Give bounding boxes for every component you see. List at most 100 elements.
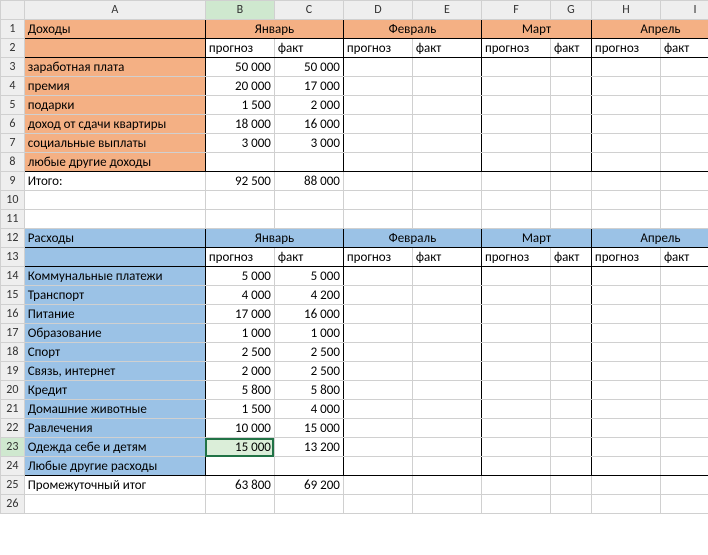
cell[interactable] xyxy=(591,286,660,305)
cell[interactable]: 1 000 xyxy=(274,324,343,343)
row-header[interactable]: 21 xyxy=(1,400,25,419)
cell[interactable] xyxy=(343,419,412,438)
col-header-I[interactable]: I xyxy=(660,1,708,20)
cell[interactable] xyxy=(660,305,708,324)
expenses-month-apr[interactable]: Апрель xyxy=(591,229,708,248)
column-header-row[interactable]: A B C D E F G H I xyxy=(1,1,708,20)
cell[interactable] xyxy=(660,58,708,77)
row-header[interactable]: 8 xyxy=(1,153,25,172)
cell[interactable] xyxy=(591,457,660,476)
cell[interactable] xyxy=(412,96,481,115)
cell[interactable] xyxy=(24,495,205,514)
cell[interactable] xyxy=(660,400,708,419)
expenses-title[interactable]: Расходы xyxy=(24,229,205,248)
cell[interactable] xyxy=(343,305,412,324)
cell[interactable] xyxy=(550,267,591,286)
cell[interactable] xyxy=(591,476,660,495)
row-25[interactable]: 25 Промежуточный итог 63 800 69 200 xyxy=(1,476,708,495)
cell[interactable] xyxy=(550,324,591,343)
cell[interactable] xyxy=(591,153,660,172)
row-header[interactable]: 23 xyxy=(1,438,25,457)
cell[interactable]: 17 000 xyxy=(274,77,343,96)
cell[interactable] xyxy=(550,77,591,96)
cell[interactable] xyxy=(591,400,660,419)
cell[interactable] xyxy=(343,457,412,476)
cell[interactable] xyxy=(591,267,660,286)
cell[interactable] xyxy=(550,362,591,381)
expense-item[interactable]: Одежда себе и детям xyxy=(24,438,205,457)
cell[interactable] xyxy=(481,400,550,419)
subhead-forecast[interactable]: прогноз xyxy=(205,248,274,267)
cell[interactable] xyxy=(481,77,550,96)
subhead-fact[interactable]: факт xyxy=(660,248,708,267)
col-header-C[interactable]: C xyxy=(274,1,343,20)
row-header[interactable]: 5 xyxy=(1,96,25,115)
cell[interactable] xyxy=(660,476,708,495)
row-header[interactable]: 2 xyxy=(1,39,25,58)
cell[interactable] xyxy=(550,191,591,210)
cell[interactable] xyxy=(274,495,343,514)
cell[interactable] xyxy=(412,305,481,324)
row-10[interactable]: 10 xyxy=(1,191,708,210)
subhead-forecast[interactable]: прогноз xyxy=(343,248,412,267)
cell[interactable]: 2 000 xyxy=(274,96,343,115)
expense-item[interactable]: Образование xyxy=(24,324,205,343)
subhead-forecast[interactable]: прогноз xyxy=(591,39,660,58)
expenses-subtotal-forecast[interactable]: 63 800 xyxy=(205,476,274,495)
cell[interactable] xyxy=(550,172,591,191)
expense-item[interactable]: Домашние животные xyxy=(24,400,205,419)
cell[interactable] xyxy=(343,381,412,400)
subhead-forecast[interactable]: прогноз xyxy=(481,248,550,267)
cell[interactable] xyxy=(343,495,412,514)
row-header[interactable]: 19 xyxy=(1,362,25,381)
subhead-forecast[interactable]: прогноз xyxy=(591,248,660,267)
cell[interactable]: 10 000 xyxy=(205,419,274,438)
cell[interactable] xyxy=(274,210,343,229)
cell[interactable] xyxy=(481,495,550,514)
cell[interactable] xyxy=(660,343,708,362)
cell[interactable] xyxy=(591,343,660,362)
cell[interactable] xyxy=(274,191,343,210)
cell[interactable] xyxy=(550,495,591,514)
cell[interactable]: 2 500 xyxy=(274,343,343,362)
col-header-H[interactable]: H xyxy=(591,1,660,20)
row-header[interactable]: 20 xyxy=(1,381,25,400)
expenses-subtotal-label[interactable]: Промежуточный итог xyxy=(24,476,205,495)
row-header[interactable]: 17 xyxy=(1,324,25,343)
income-total-forecast[interactable]: 92 500 xyxy=(205,172,274,191)
cell[interactable] xyxy=(343,96,412,115)
cell[interactable] xyxy=(550,153,591,172)
cell[interactable]: 5 800 xyxy=(274,381,343,400)
cell[interactable] xyxy=(343,134,412,153)
cell[interactable] xyxy=(660,96,708,115)
cell[interactable] xyxy=(660,457,708,476)
income-total-label[interactable]: Итого: xyxy=(24,172,205,191)
cell[interactable] xyxy=(481,476,550,495)
cell[interactable] xyxy=(550,400,591,419)
cell[interactable] xyxy=(412,438,481,457)
income-total-fact[interactable]: 88 000 xyxy=(274,172,343,191)
expense-item[interactable]: Спорт xyxy=(24,343,205,362)
cell[interactable]: 3 000 xyxy=(274,134,343,153)
cell[interactable]: 4 200 xyxy=(274,286,343,305)
cell[interactable] xyxy=(481,362,550,381)
income-month-apr[interactable]: Апрель xyxy=(591,20,708,39)
cell[interactable] xyxy=(591,324,660,343)
cell[interactable] xyxy=(660,172,708,191)
row-3[interactable]: 3 заработная плата 50 000 50 000 xyxy=(1,58,708,77)
cell[interactable] xyxy=(343,210,412,229)
income-item[interactable]: премия xyxy=(24,77,205,96)
row-header[interactable]: 11 xyxy=(1,210,25,229)
cell[interactable] xyxy=(481,96,550,115)
cell[interactable] xyxy=(591,305,660,324)
cell[interactable] xyxy=(343,58,412,77)
cell[interactable] xyxy=(550,96,591,115)
cell[interactable]: 13 200 xyxy=(274,438,343,457)
cell[interactable] xyxy=(274,153,343,172)
subhead-forecast[interactable]: прогноз xyxy=(481,39,550,58)
expense-item[interactable]: Питание xyxy=(24,305,205,324)
income-item[interactable]: любые другие доходы xyxy=(24,153,205,172)
cell[interactable] xyxy=(343,286,412,305)
cell[interactable] xyxy=(660,153,708,172)
row-header[interactable]: 4 xyxy=(1,77,25,96)
